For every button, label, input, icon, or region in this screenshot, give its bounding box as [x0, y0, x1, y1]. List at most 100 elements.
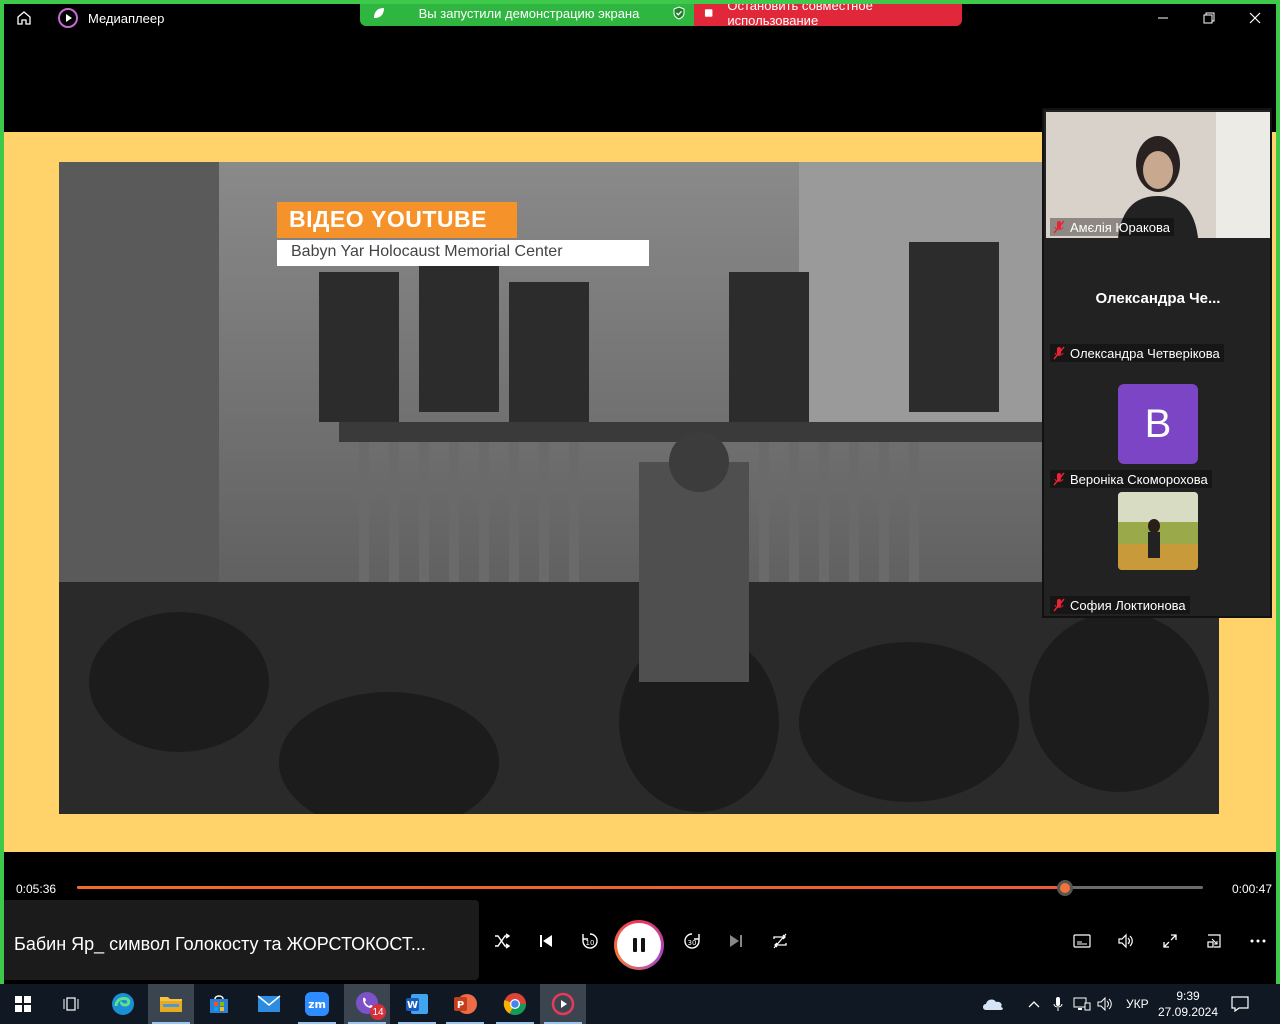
skip-forward-seconds: 30 — [688, 939, 697, 947]
tray-expand-icon[interactable] — [1024, 994, 1044, 1014]
svg-text:W: W — [407, 1000, 418, 1011]
word-icon: W — [406, 994, 428, 1014]
seek-thumb[interactable] — [1056, 880, 1073, 896]
task-view-button[interactable] — [48, 984, 94, 1024]
previous-icon — [540, 935, 552, 947]
shuffle-icon — [495, 933, 511, 949]
pause-button-face — [617, 923, 661, 967]
volume-button[interactable] — [1112, 927, 1140, 955]
previous-button[interactable] — [532, 927, 560, 955]
clock-time: 9:39 — [1176, 989, 1200, 1003]
stop-share-button[interactable]: Остановить совместное использование — [694, 0, 962, 28]
speaker-icon[interactable] — [1096, 994, 1116, 1014]
home-icon[interactable] — [12, 6, 36, 30]
share-status: Вы запустили демонстрацию экрана — [360, 4, 694, 26]
participant-tile[interactable]: Амєлія Юракова — [1046, 112, 1270, 238]
taskbar-zoom[interactable]: zm — [294, 984, 340, 1024]
participant-name: Олександра Четверікова — [1070, 345, 1220, 361]
more-options-button[interactable] — [1244, 927, 1272, 955]
next-button[interactable] — [722, 927, 750, 955]
task-view-icon — [63, 997, 79, 1011]
seek-bar-row: 0:05:36 0:00:47 — [4, 872, 1276, 898]
taskbar-chrome[interactable] — [492, 984, 538, 1024]
chrome-icon — [503, 993, 526, 1015]
subtitles-button[interactable] — [1068, 927, 1096, 955]
muted-mic-icon — [1052, 220, 1066, 234]
input-language[interactable]: УКР — [1126, 997, 1149, 1011]
seek-slider[interactable] — [77, 880, 1203, 896]
taskbar-store[interactable] — [196, 984, 242, 1024]
participant-photo — [1118, 492, 1198, 570]
shuffle-button[interactable] — [488, 927, 516, 955]
next-icon — [730, 935, 742, 947]
subtitles-icon — [1073, 934, 1091, 948]
start-button[interactable] — [0, 984, 46, 1024]
stop-icon — [704, 9, 713, 17]
fullscreen-icon — [1163, 934, 1177, 948]
zoom-icon: zm — [305, 992, 329, 1016]
avatar: В — [1118, 384, 1198, 464]
app-title: Медиаплеер — [88, 11, 165, 26]
clock[interactable]: 9:39 27.09.2024 — [1152, 988, 1224, 1020]
youtube-video-badge: ВІДЕО YOUTUBE — [277, 202, 517, 238]
taskbar-word[interactable]: W — [394, 984, 440, 1024]
participant-name-tag: Амєлія Юракова — [1050, 218, 1175, 236]
share-leaf-icon — [374, 8, 384, 18]
repeat-off-icon — [773, 933, 787, 949]
participant-name: Амєлія Юракова — [1070, 219, 1171, 235]
pause-icon — [633, 938, 645, 952]
skip-forward-icon: 30 — [684, 933, 700, 949]
participant-name-tag: Вероніка Скоморохова — [1050, 470, 1212, 488]
remaining-time: 0:00:47 — [1231, 882, 1272, 896]
taskbar-viber[interactable]: 14 — [344, 984, 390, 1024]
taskbar-media-player[interactable] — [540, 984, 586, 1024]
microphone-icon[interactable] — [1048, 994, 1068, 1014]
taskbar-mail[interactable] — [246, 984, 292, 1024]
participant-name: София Локтионова — [1070, 597, 1186, 613]
network-icon[interactable] — [1072, 994, 1092, 1014]
restore-button[interactable] — [1186, 4, 1232, 32]
seek-progress-fill — [77, 886, 1065, 889]
pause-button[interactable] — [614, 920, 664, 970]
participant-tile[interactable]: В Вероніка Скоморохова — [1046, 364, 1270, 490]
track-title: Бабин Яр_ символ Голокосту та ЖОРСТОКОСТ… — [14, 934, 426, 954]
muted-mic-icon — [1052, 346, 1066, 360]
skip-back-seconds: 10 — [586, 939, 595, 947]
stop-share-label: Остановить совместное использование — [727, 0, 873, 28]
participant-name-tag: София Локтионова — [1050, 596, 1190, 614]
participant-display-name: Олександра Че... — [1095, 290, 1221, 307]
media-player-icon — [551, 992, 575, 1016]
screen-share-banner: Вы запустили демонстрацию экрана Останов… — [360, 0, 962, 28]
close-button[interactable] — [1232, 4, 1276, 32]
more-icon — [1250, 939, 1266, 943]
powerpoint-icon: P — [454, 994, 477, 1014]
skip-back-icon: 10 — [582, 933, 598, 949]
participant-name: Вероніка Скоморохова — [1070, 471, 1208, 487]
skip-back-button[interactable]: 10 — [576, 927, 604, 955]
svg-text:zm: zm — [308, 998, 326, 1011]
share-status-text: Вы запустили демонстрацию экрана — [418, 5, 640, 21]
mini-player-button[interactable] — [1200, 927, 1228, 955]
notifications-icon[interactable] — [1230, 994, 1250, 1014]
minimize-button[interactable] — [1140, 4, 1186, 32]
taskbar-file-explorer[interactable] — [148, 984, 194, 1024]
participant-name-tag: Олександра Четверікова — [1050, 344, 1224, 362]
skip-forward-button[interactable]: 30 — [678, 927, 706, 955]
participant-tile[interactable]: Олександра Че... Олександра Четверікова — [1046, 238, 1270, 364]
muted-mic-icon — [1052, 598, 1066, 612]
media-player-logo-icon — [56, 6, 80, 30]
edge-icon — [112, 993, 134, 1015]
repeat-button[interactable] — [766, 927, 794, 955]
participants-panel: Амєлія Юракова Олександра Че... Олександ… — [1042, 108, 1272, 618]
screen: Медиаплеер Вы запустили демонстрацию экр… — [0, 0, 1280, 1024]
taskbar-edge[interactable] — [100, 984, 146, 1024]
shield-check-icon — [673, 6, 685, 20]
taskbar-powerpoint[interactable]: P — [442, 984, 488, 1024]
participant-tile[interactable]: София Локтионова — [1046, 490, 1270, 616]
now-playing-panel[interactable]: Бабин Яр_ символ Голокосту та ЖОРСТОКОСТ… — [4, 900, 479, 980]
video-source-caption: Babyn Yar Holocaust Memorial Center — [277, 240, 649, 266]
onedrive-icon[interactable] — [980, 994, 1006, 1014]
fullscreen-button[interactable] — [1156, 927, 1184, 955]
notification-badge: 14 — [370, 1004, 386, 1020]
mail-icon — [257, 995, 281, 1012]
